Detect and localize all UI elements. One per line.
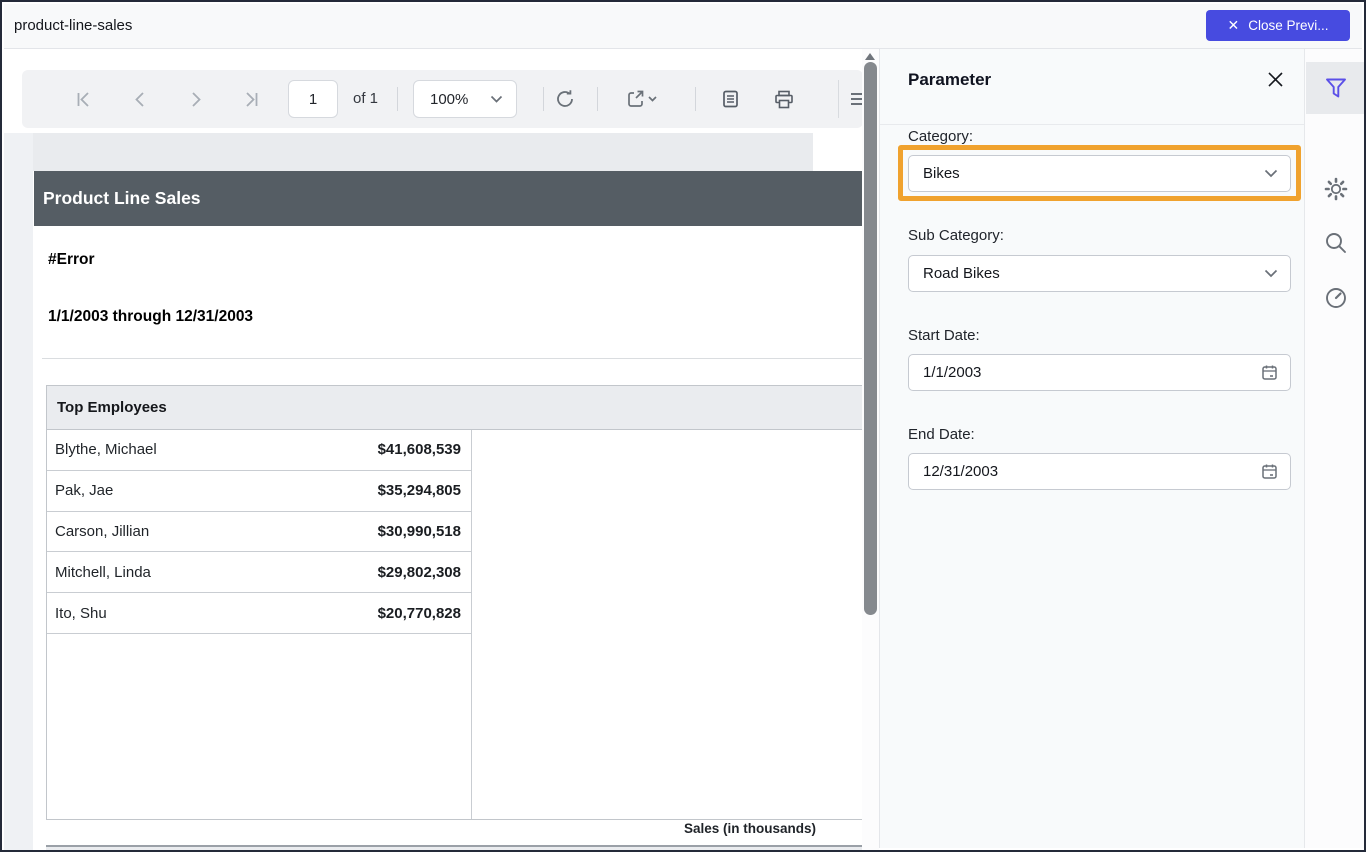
scrollbar-up-arrow-icon[interactable]	[865, 53, 875, 60]
chevron-down-icon	[490, 95, 503, 103]
export-button[interactable]	[618, 70, 666, 128]
search-icon	[1324, 231, 1348, 255]
panel-divider	[880, 124, 1304, 125]
close-preview-label: Close Previ...	[1248, 18, 1328, 33]
side-tool-strip	[1304, 49, 1366, 848]
employee-sales: $29,802,308	[378, 564, 461, 581]
toolbar-separator	[397, 87, 398, 111]
zoom-select[interactable]: 100%	[413, 80, 517, 118]
report-title-banner: Product Line Sales	[34, 171, 878, 226]
employee-sales: $20,770,828	[378, 605, 461, 622]
report-left-gutter	[4, 133, 33, 852]
sub-category-value: Road Bikes	[923, 265, 1000, 282]
calendar-icon	[1261, 463, 1278, 480]
table-row: Carson, Jillian$30,990,518	[47, 512, 471, 553]
report-file-name: product-line-sales	[14, 17, 132, 34]
sub-category-select[interactable]: Road Bikes	[908, 255, 1291, 292]
category-value: Bikes	[923, 165, 960, 182]
toolbar-separator	[597, 87, 598, 111]
gear-icon	[1323, 176, 1349, 202]
report-error-text: #Error	[48, 251, 95, 269]
close-preview-button[interactable]: ✕ Close Previ...	[1206, 10, 1350, 41]
report-date-range: 1/1/2003 through 12/31/2003	[48, 308, 253, 326]
category-label: Category:	[908, 128, 973, 145]
table-row: Mitchell, Linda$29,802,308	[47, 552, 471, 593]
previous-page-button[interactable]	[122, 70, 158, 128]
filter-parameters-button[interactable]	[1305, 66, 1366, 110]
gauge-button[interactable]	[1305, 276, 1366, 320]
report-document-icon	[722, 90, 739, 108]
zoom-value: 100%	[430, 91, 468, 108]
app-window: product-line-sales ✕ Close Previ... of 1…	[0, 0, 1366, 852]
print-icon	[774, 90, 794, 109]
last-page-icon	[242, 91, 259, 108]
title-bar: product-line-sales ✕ Close Previ...	[4, 4, 1362, 49]
start-date-input[interactable]: 1/1/2003	[908, 354, 1291, 391]
top-employees-header: Top Employees	[47, 386, 877, 430]
report-divider	[42, 358, 878, 359]
employee-name: Ito, Shu	[55, 605, 378, 622]
employee-sales: $35,294,805	[378, 482, 461, 499]
settings-button[interactable]	[1305, 167, 1366, 211]
table-row: Blythe, Michael$41,608,539	[47, 430, 471, 471]
print-button[interactable]	[766, 70, 802, 128]
scrollbar-thumb[interactable]	[864, 62, 877, 615]
first-page-button[interactable]	[66, 70, 102, 128]
refresh-icon	[555, 89, 575, 109]
toolbar-separator	[543, 87, 544, 111]
top-employees-rows: Blythe, Michael$41,608,539Pak, Jae$35,29…	[47, 430, 471, 634]
page-count-label: of 1	[353, 90, 378, 107]
export-icon	[627, 90, 657, 108]
chevron-down-icon	[1264, 169, 1278, 178]
employee-name: Pak, Jae	[55, 482, 378, 499]
start-date-value: 1/1/2003	[923, 364, 981, 381]
end-date-input[interactable]: 12/31/2003	[908, 453, 1291, 490]
last-page-button[interactable]	[232, 70, 268, 128]
category-select[interactable]: Bikes	[908, 155, 1291, 192]
parameter-panel-close-button[interactable]	[1264, 70, 1286, 92]
parameter-panel-title: Parameter	[908, 70, 991, 90]
close-icon: ✕	[1227, 17, 1239, 34]
close-icon	[1267, 71, 1284, 88]
previous-page-icon	[132, 91, 149, 108]
chart-title: Sales (in thousands)	[630, 821, 870, 836]
search-button[interactable]	[1305, 221, 1366, 265]
report-top-margin	[33, 133, 813, 171]
start-date-label: Start Date:	[908, 327, 980, 344]
report-scrollbar[interactable]	[862, 49, 879, 852]
employee-sales: $30,990,518	[378, 523, 461, 540]
report-title: Product Line Sales	[43, 188, 201, 209]
employee-name: Mitchell, Linda	[55, 564, 378, 581]
table-row: Pak, Jae$35,294,805	[47, 471, 471, 512]
employee-sales: $41,608,539	[378, 441, 461, 458]
chevron-down-icon	[1264, 269, 1278, 278]
report-document-button[interactable]	[712, 70, 748, 128]
filter-icon	[1324, 76, 1348, 100]
end-date-value: 12/31/2003	[923, 463, 998, 480]
toolbar-separator	[695, 87, 696, 111]
employee-name: Blythe, Michael	[55, 441, 378, 458]
viewer-toolbar: of 1 100%	[22, 70, 863, 128]
refresh-button[interactable]	[547, 70, 583, 128]
parameter-panel: Parameter Category: Bikes Sub Category: …	[879, 49, 1304, 848]
table-chart-divider	[471, 430, 472, 819]
employee-name: Carson, Jillian	[55, 523, 378, 540]
next-page-button[interactable]	[177, 70, 213, 128]
toolbar-divider	[838, 80, 839, 118]
first-page-icon	[76, 91, 93, 108]
end-date-label: End Date:	[908, 426, 975, 443]
next-page-icon	[187, 91, 204, 108]
page-number-input[interactable]	[288, 80, 338, 118]
gauge-icon	[1324, 286, 1348, 310]
next-section-partial	[46, 845, 878, 852]
table-row: Ito, Shu$20,770,828	[47, 593, 471, 634]
top-employees-section: Top Employees Blythe, Michael$41,608,539…	[46, 385, 878, 820]
sub-category-label: Sub Category:	[908, 227, 1004, 244]
calendar-icon	[1261, 364, 1278, 381]
